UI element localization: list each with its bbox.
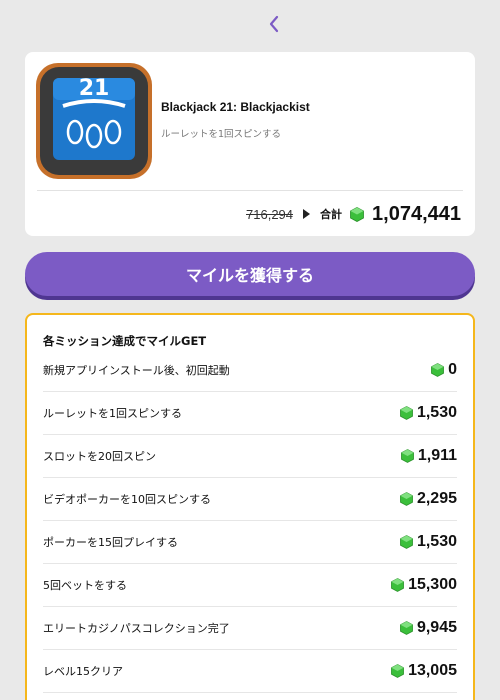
mission-value: 1,530 [416, 533, 457, 550]
green-gem-icon [391, 664, 404, 678]
arrow-right-icon [303, 209, 311, 219]
mission-list: 新規アプリインストール後、初回起動 0 ルーレットを1回スピンする 1,530 … [43, 349, 457, 693]
mission-row: ポーカーを15回プレイする 1,530 [43, 521, 457, 564]
app-title: Blackjack 21: Blackjackist [161, 100, 310, 114]
mission-row: スロットを20回スピン 1,911 [43, 435, 457, 478]
mission-row: 5回ベットをする 15,300 [43, 564, 457, 607]
old-total: 716,294 [246, 206, 294, 222]
chevron-left-icon [269, 15, 279, 33]
mission-reward: 1,911 [400, 447, 457, 465]
green-gem-icon [350, 206, 364, 222]
points-summary: 716,294 合計 1,074,441 [246, 200, 461, 228]
mission-reward: 13,005 [391, 662, 457, 680]
mission-reward: 2,295 [400, 490, 457, 508]
mission-reward: 15,300 [391, 576, 457, 594]
mission-reward: 0 [431, 361, 457, 379]
blackjack-21-table-icon: 21 [36, 63, 152, 179]
mission-label: ポーカーを15回プレイする [43, 536, 178, 549]
mission-value: 13,005 [408, 662, 457, 679]
mission-card: 各ミッション達成でマイルGET 新規アプリインストール後、初回起動 0 ルーレッ… [25, 313, 475, 700]
mission-value: 1,530 [416, 404, 457, 421]
mission-row: ビデオポーカーを10回スピンする 2,295 [43, 478, 457, 521]
mission-label: 5回ベットをする [43, 579, 127, 592]
mission-value: 0 [448, 361, 457, 378]
mission-row: ルーレットを1回スピンする 1,530 [43, 392, 457, 435]
green-gem-icon [400, 535, 413, 549]
mission-reward: 9,945 [400, 619, 457, 637]
mission-reward: 1,530 [400, 533, 457, 551]
divider [37, 190, 463, 191]
mission-label: スロットを20回スピン [43, 450, 156, 463]
app-subtitle: ルーレットを1回スピンする [161, 129, 282, 140]
total-label: 合計 [320, 208, 343, 221]
app-card: 21 Blackjack 21: Blackjackist ルーレットを1回スピ… [25, 52, 475, 236]
earn-miles-button[interactable]: マイルを獲得する [25, 252, 475, 296]
mission-label: ビデオポーカーを10回スピンする [43, 493, 211, 506]
mission-label: レベル15クリア [43, 665, 123, 678]
back-button[interactable] [264, 12, 284, 36]
green-gem-icon [431, 363, 445, 377]
mission-value: 1,911 [417, 447, 457, 464]
mission-heading: 各ミッション達成でマイルGET [43, 334, 207, 348]
icon-21-text: 21 [79, 76, 110, 101]
mission-label: ルーレットを1回スピンする [43, 407, 182, 420]
mission-value: 15,300 [408, 576, 457, 593]
mission-value: 9,945 [416, 619, 457, 636]
green-gem-icon [391, 578, 404, 592]
green-gem-icon [400, 621, 413, 635]
green-gem-icon [400, 406, 413, 420]
mission-row: 新規アプリインストール後、初回起動 0 [43, 349, 457, 392]
mission-value: 2,295 [416, 490, 457, 507]
mission-row: エリートカジノパスコレクション完了 9,945 [43, 607, 457, 650]
mission-label: 新規アプリインストール後、初回起動 [43, 364, 230, 377]
total-value: 1,074,441 [372, 202, 461, 225]
mission-row: レベル15クリア 13,005 [43, 650, 457, 693]
green-gem-icon [400, 492, 413, 506]
mission-label: エリートカジノパスコレクション完了 [43, 622, 230, 635]
mission-reward: 1,530 [400, 404, 457, 422]
green-gem-icon [400, 449, 414, 463]
